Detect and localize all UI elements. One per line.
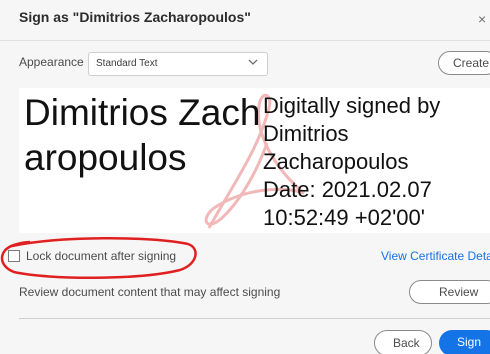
signature-details-line: Zacharopoulos [263,149,409,174]
sign-dialog: Sign as "Dimitrios Zacharopoulos" × Appe… [0,0,490,354]
close-icon[interactable]: × [478,12,486,26]
appearance-label: Appearance [19,55,84,69]
review-description: Review document content that may affect … [19,285,281,299]
view-certificate-link[interactable]: View Certificate Detai [381,249,490,263]
create-button[interactable]: Create [438,51,490,75]
title-divider [0,40,490,41]
signature-preview: Dimitrios Zacharopoulos Digitally signed… [19,88,490,233]
signature-details-line: Dimitrios [263,121,349,146]
dialog-title: Sign as "Dimitrios Zacharopoulos" [19,9,251,25]
sign-button[interactable]: Sign [439,330,490,354]
signature-details-line: Digitally signed by [263,93,441,118]
signature-details-line: 10:52:49 +02'00' [263,205,425,230]
signature-details-line: Date: 2021.02.07 [263,177,432,202]
lock-document-label[interactable]: Lock document after signing [26,249,176,263]
appearance-dropdown[interactable]: Standard Text [88,52,268,76]
review-button[interactable]: Review [409,280,490,304]
lock-document-checkbox[interactable] [8,250,20,262]
back-button[interactable]: Back [374,330,432,354]
chevron-down-icon [248,59,258,65]
lock-document-row[interactable]: Lock document after signing [8,246,188,266]
appearance-selected-value: Standard Text [96,58,158,69]
signature-name: Dimitrios Zacharopoulos [24,92,261,178]
title-bar: Sign as "Dimitrios Zacharopoulos" × [0,0,490,40]
footer-divider [19,318,490,319]
signature-details: Digitally signed by Dimitrios Zacharopou… [263,92,490,232]
